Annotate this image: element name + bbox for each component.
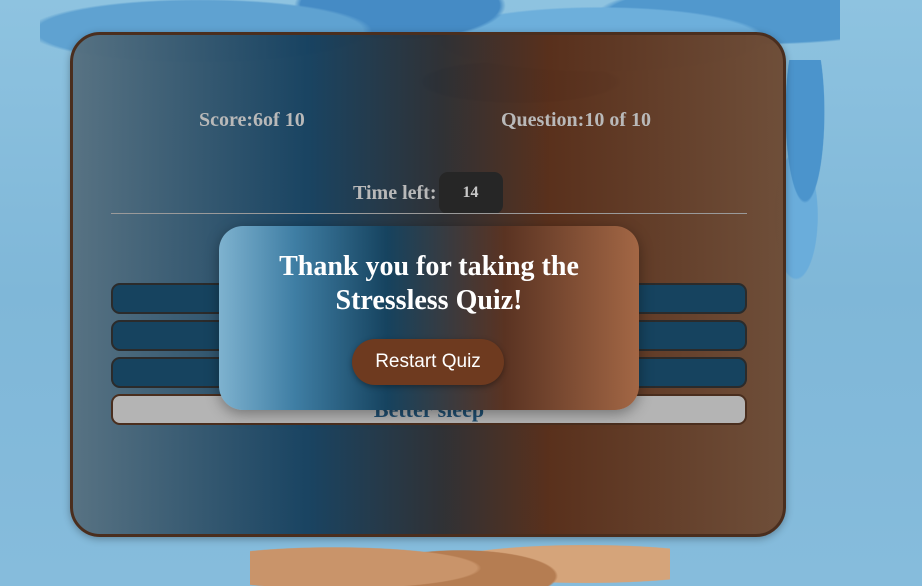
timer-row: Time left: 14 — [353, 171, 503, 215]
stats-row: Score:6of 10 Question:10 of 10 — [73, 109, 783, 139]
timer-value: 14 — [438, 172, 503, 214]
quiz-complete-modal: Thank you for taking the Stressless Quiz… — [219, 226, 639, 410]
question-counter: Question:10 of 10 — [501, 109, 651, 131]
modal-title: Thank you for taking the Stressless Quiz… — [279, 251, 579, 316]
divider — [111, 213, 747, 214]
timer-label: Time left: — [353, 181, 437, 204]
score-display: Score:6of 10 — [199, 109, 305, 131]
restart-quiz-button[interactable]: Restart Quiz — [352, 339, 504, 385]
